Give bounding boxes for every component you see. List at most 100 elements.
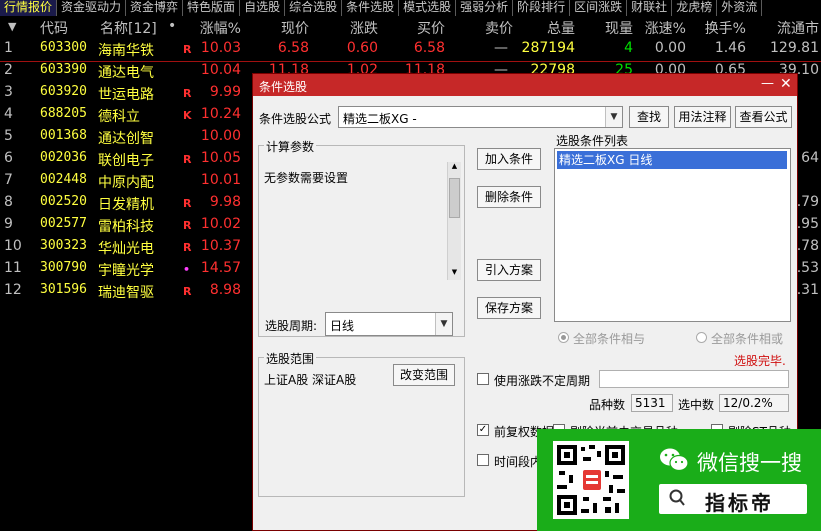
col-change[interactable]: 涨跌 (350, 18, 378, 38)
condition-list-label: 选股条件列表 (556, 134, 629, 148)
stock-code: 603920 (40, 84, 87, 99)
tab-strength-analysis[interactable]: 强弱分析 (456, 0, 514, 16)
tab-quotes[interactable]: 行情报价 (0, 0, 58, 16)
change-pct: 10.04 (200, 62, 241, 78)
radio-all-and-label: 全部条件相与 (573, 332, 646, 346)
change-pct: 10.01 (200, 172, 241, 188)
margin-flag: R (183, 87, 192, 100)
uncertain-period-label: 使用涨跌不定周期 (494, 374, 591, 388)
ask: — (494, 40, 508, 56)
params-scrollbar[interactable]: ▲ ▼ (447, 162, 461, 280)
dialog-title-bar[interactable]: 条件选股 — ✕ (253, 74, 797, 96)
stock-code: 301596 (40, 282, 87, 297)
col-code[interactable]: 代码 (40, 18, 68, 38)
time-range-checkbox[interactable] (477, 454, 489, 466)
add-condition-button[interactable]: 加入条件 (477, 148, 541, 170)
minimize-icon[interactable]: — (761, 76, 774, 91)
stock-name: 雷柏科技 (98, 219, 154, 235)
tab-fund-drive[interactable]: 资金驱动力 (57, 0, 127, 16)
list-item[interactable]: 精选二板XG 日线 (557, 151, 787, 169)
stock-name: 瑞迪智驱 (98, 285, 154, 301)
change-pct: 10.02 (200, 216, 241, 232)
condition-list[interactable]: 精选二板XG 日线 (554, 148, 791, 322)
stock-name: 海南华铁 (98, 43, 154, 59)
stock-code: 002520 (40, 194, 87, 209)
time-range-label: 时间段内 (494, 455, 543, 469)
tab-stage-ranking[interactable]: 阶段排行 (513, 0, 571, 16)
row-index: 7 (4, 172, 13, 188)
change-pct: 9.99 (209, 84, 241, 100)
period-value: 日线 (330, 319, 355, 333)
row-index: 2 (4, 62, 13, 78)
dialog-title: 条件选股 (259, 80, 308, 94)
tab-cls[interactable]: 财联社 (627, 0, 673, 16)
chosen-label: 选中数 (678, 398, 715, 412)
find-button[interactable]: 查找 (629, 106, 669, 128)
close-icon[interactable]: ✕ (780, 76, 792, 92)
tab-condition-select[interactable]: 条件选股 (342, 0, 400, 16)
col-ask[interactable]: 卖价 (485, 18, 513, 38)
chevron-down-icon[interactable]: ▼ (605, 107, 622, 127)
radio-all-or[interactable] (696, 332, 707, 343)
margin-flag: • (183, 263, 191, 276)
uncertain-period-input[interactable] (599, 370, 789, 388)
wechat-search-box[interactable]: 指标帝 (659, 484, 807, 515)
chosen-value: 12/0.2% (719, 394, 789, 412)
sort-indicator-icon[interactable]: ▼ (8, 20, 16, 33)
tab-special-layout[interactable]: 特色版面 (183, 0, 241, 16)
scroll-thumb[interactable] (449, 178, 460, 218)
forward-adjust-checkbox[interactable]: ✓ (477, 424, 489, 436)
row-index: 1 (4, 40, 13, 56)
import-scheme-button[interactable]: 引入方案 (477, 259, 541, 281)
col-change-pct[interactable]: 涨幅% (200, 18, 241, 38)
change: 0.60 (346, 40, 378, 56)
col-volume[interactable]: 总量 (547, 18, 575, 38)
period-combo[interactable]: 日线 ▼ (325, 312, 453, 336)
radio-all-and[interactable] (558, 332, 569, 343)
float-cap: 64 (801, 150, 819, 166)
margin-flag: K (183, 109, 192, 122)
tab-foreign-capital[interactable]: 外资流 (717, 0, 763, 16)
formula-combo[interactable]: 精选二板XG - ▼ (338, 106, 623, 128)
scroll-up-icon[interactable]: ▲ (448, 162, 461, 174)
column-header: ▼ 代码 名称[12] • 涨幅% 现价 涨跌 买价 卖价 总量 现量 涨速% … (0, 16, 821, 38)
period-label: 选股周期: (265, 319, 318, 333)
stock-name: 华灿光电 (98, 241, 154, 257)
col-price[interactable]: 现价 (281, 18, 309, 38)
params-group-label: 计算参数 (264, 138, 317, 155)
formula-label: 条件选股公式 (259, 112, 332, 126)
stock-code: 002577 (40, 216, 87, 231)
tab-dragon-tiger[interactable]: 龙虎榜 (672, 0, 718, 16)
search-icon (669, 489, 685, 511)
scroll-down-icon[interactable]: ▼ (448, 268, 461, 280)
stock-code: 300323 (40, 238, 87, 253)
stock-name: 日发精机 (98, 197, 154, 213)
tab-watchlist[interactable]: 自选股 (240, 0, 286, 16)
count-value: 5131 (631, 394, 673, 412)
col-dot: • (168, 18, 177, 34)
tab-fund-game[interactable]: 资金博弈 (126, 0, 184, 16)
col-name[interactable]: 名称[12] (100, 18, 157, 38)
view-formula-button[interactable]: 查看公式 (735, 106, 792, 128)
tab-pattern-select[interactable]: 模式选股 (399, 0, 457, 16)
current-volume: 4 (624, 40, 633, 56)
delete-condition-button[interactable]: 删除条件 (477, 186, 541, 208)
change-range-button[interactable]: 改变范围 (393, 364, 455, 386)
chevron-down-icon[interactable]: ▼ (435, 313, 452, 335)
tab-range-change[interactable]: 区间涨跌 (570, 0, 628, 16)
tab-composite-select[interactable]: 综合选股 (285, 0, 343, 16)
col-turnover[interactable]: 换手% (705, 18, 746, 38)
usage-notes-button[interactable]: 用法注释 (674, 106, 731, 128)
col-float-cap[interactable]: 流通市 (777, 18, 819, 38)
row-index: 10 (4, 238, 22, 254)
bid: 6.58 (413, 40, 445, 56)
float-cap: .95 (796, 216, 819, 232)
uncertain-period-checkbox[interactable] (477, 373, 489, 385)
col-current-vol[interactable]: 现量 (605, 18, 633, 38)
table-row[interactable]: 1 603300 海南华铁 R 10.03 6.58 0.60 6.58 — 2… (0, 38, 821, 60)
change-pct: 8.98 (209, 282, 241, 298)
col-speed[interactable]: 涨速% (645, 18, 686, 38)
col-bid[interactable]: 买价 (417, 18, 445, 38)
save-scheme-button[interactable]: 保存方案 (477, 297, 541, 319)
wechat-search-banner: 微信搜一搜 指标帝 (537, 429, 821, 531)
